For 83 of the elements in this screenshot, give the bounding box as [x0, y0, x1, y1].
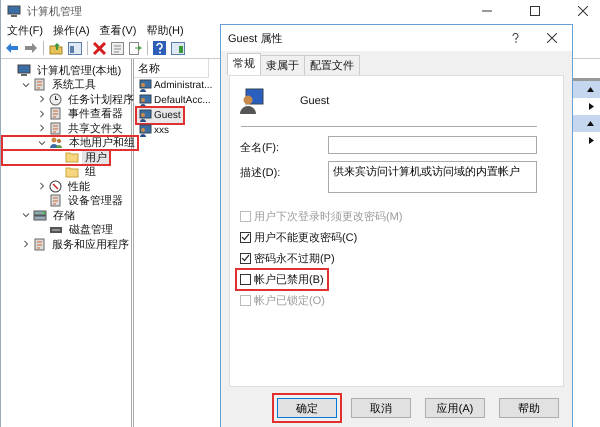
tool-icon: [49, 194, 62, 208]
user-icon: [139, 94, 152, 107]
properties-icon[interactable]: [111, 42, 124, 54]
tree-item[interactable]: 组: [82, 164, 99, 180]
menu-item[interactable]: 文件(F): [7, 22, 44, 38]
checkbox-label[interactable]: 密码永不过期(P): [254, 250, 335, 266]
tree-item[interactable]: 磁盘管理: [66, 222, 116, 238]
window-title: 计算机管理: [27, 4, 82, 18]
tree-item[interactable]: 计算机管理(本地): [34, 62, 124, 78]
computer-icon: [7, 4, 21, 18]
expand-arrow-icon[interactable]: [589, 137, 594, 144]
chevron-icon[interactable]: [38, 110, 46, 118]
tree-item[interactable]: 共享文件夹: [65, 120, 126, 136]
dialog-button[interactable]: 帮助: [499, 398, 559, 418]
tree-item[interactable]: 性能: [65, 178, 93, 194]
menu-item[interactable]: 查看(V): [100, 22, 136, 38]
text-area[interactable]: 供来宾访问计算机或访问域的内置帐户: [328, 161, 537, 193]
computer-icon: [17, 64, 31, 77]
users-icon: [49, 136, 63, 150]
user-list-item[interactable]: DefaultAcc...: [137, 93, 213, 108]
tool-icon: [33, 78, 46, 92]
checkbox[interactable]: [240, 274, 251, 284]
tab[interactable]: 常规: [227, 53, 261, 75]
chevron-icon[interactable]: [22, 80, 30, 89]
checkbox-label[interactable]: 用户不能更改密码(C): [254, 230, 358, 244]
user-name: Guest: [300, 95, 330, 107]
chevron-icon[interactable]: [38, 138, 46, 147]
help-icon[interactable]: [153, 41, 166, 55]
tree-item[interactable]: 任务计划程序: [65, 92, 137, 107]
tree-item[interactable]: 用户: [82, 150, 110, 165]
tree-item[interactable]: 本地用户和组: [66, 135, 138, 150]
chevron-icon[interactable]: [22, 211, 30, 220]
tab[interactable]: 配置文件: [304, 55, 360, 75]
tree-item[interactable]: 设备管理器: [65, 193, 126, 208]
tree-item[interactable]: 事件查看器: [65, 106, 126, 122]
dialog-button[interactable]: 确定: [277, 398, 337, 418]
tool-icon: [33, 238, 46, 251]
menu-item[interactable]: 帮助(H): [146, 22, 184, 38]
tree-item[interactable]: 系统工具: [49, 77, 99, 92]
collapse-arrow-icon[interactable]: [587, 121, 594, 126]
panel-icon[interactable]: [171, 42, 185, 54]
folder-icon: [65, 151, 79, 164]
chevron-icon[interactable]: [38, 124, 46, 132]
user-icon: [139, 79, 152, 92]
user-avatar-icon: [240, 88, 264, 114]
dialog-button[interactable]: 应用(A): [425, 398, 485, 418]
close-icon[interactable]: [547, 33, 557, 43]
input-field[interactable]: [328, 136, 537, 154]
checkbox-label[interactable]: 帐户已禁用(B): [254, 272, 324, 286]
dialog-title: Guest 属性: [228, 32, 282, 46]
menu-item[interactable]: 操作(A): [53, 22, 90, 38]
user-list-item[interactable]: Administrat...: [137, 78, 214, 93]
tool-icon: [49, 107, 62, 120]
dialog-button[interactable]: 取消: [351, 398, 411, 418]
user-icon: [139, 109, 152, 122]
tree-item[interactable]: 服务和应用程序: [49, 236, 132, 252]
back-arrow-icon[interactable]: [5, 42, 19, 54]
maximize-icon[interactable]: [530, 6, 540, 16]
field-label: 全名(F):: [240, 141, 280, 155]
export-icon[interactable]: [129, 42, 142, 54]
user-icon: [139, 124, 152, 137]
folder-icon: [65, 166, 79, 178]
chevron-icon[interactable]: [38, 95, 46, 104]
user-list-item[interactable]: xxs: [137, 123, 171, 138]
chevron-icon[interactable]: [38, 182, 46, 190]
collapse-arrow-icon[interactable]: [587, 87, 594, 92]
chevron-icon[interactable]: [22, 240, 30, 248]
checkbox[interactable]: [240, 232, 251, 242]
field-label: 描述(D):: [240, 166, 282, 180]
column-header[interactable]: 名称: [138, 60, 160, 76]
checkbox[interactable]: [240, 252, 251, 264]
forward-arrow-icon[interactable]: [24, 42, 38, 54]
folder-up-icon[interactable]: [49, 42, 63, 54]
tool-icon: [49, 122, 62, 135]
expand-arrow-icon[interactable]: [589, 103, 594, 110]
close-icon[interactable]: [578, 6, 588, 16]
delete-icon[interactable]: [93, 42, 106, 54]
clock-icon: [49, 92, 62, 106]
help-icon[interactable]: [512, 33, 519, 43]
storage-icon: [33, 208, 47, 222]
tree-item[interactable]: 存储: [50, 208, 78, 223]
panel-icon[interactable]: [68, 42, 82, 54]
user-list-item[interactable]: Guest: [137, 108, 183, 123]
